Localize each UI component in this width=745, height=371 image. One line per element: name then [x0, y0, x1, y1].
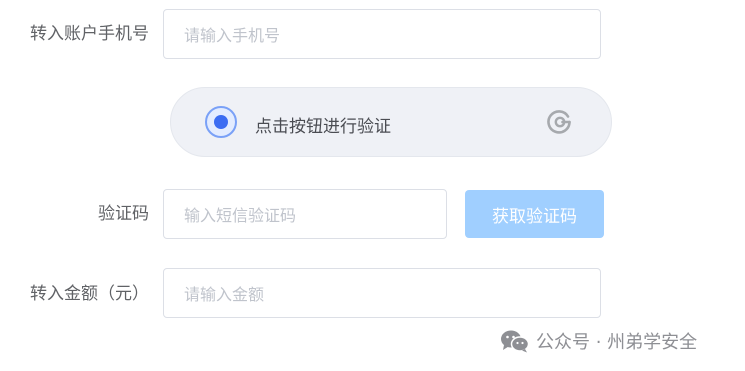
- get-sms-code-button[interactable]: 获取验证码: [465, 190, 604, 238]
- amount-input-placeholder: 请输入金额: [184, 285, 265, 304]
- watermark: 公众号 · 州弟学安全: [500, 328, 697, 354]
- captcha-radio-dot: [214, 115, 228, 129]
- captcha-verify-button[interactable]: 点击按钮进行验证: [170, 87, 612, 157]
- sms-code-input[interactable]: 输入短信验证码: [163, 189, 447, 239]
- refresh-icon: [547, 110, 571, 134]
- phone-input-placeholder: 请输入手机号: [184, 26, 281, 45]
- wechat-icon: [501, 330, 530, 353]
- watermark-text: 公众号 · 州弟学安全: [536, 332, 698, 353]
- sms-code-input-placeholder: 输入短信验证码: [184, 206, 297, 225]
- sms-code-label: 验证码: [98, 204, 149, 224]
- amount-input[interactable]: 请输入金额: [163, 268, 601, 318]
- captcha-radio-icon: [205, 106, 237, 138]
- captcha-label: 点击按钮进行验证: [255, 117, 391, 137]
- phone-input[interactable]: 请输入手机号: [163, 9, 601, 59]
- phone-label: 转入账户手机号: [30, 24, 149, 44]
- amount-label: 转入金额（元）: [30, 284, 149, 304]
